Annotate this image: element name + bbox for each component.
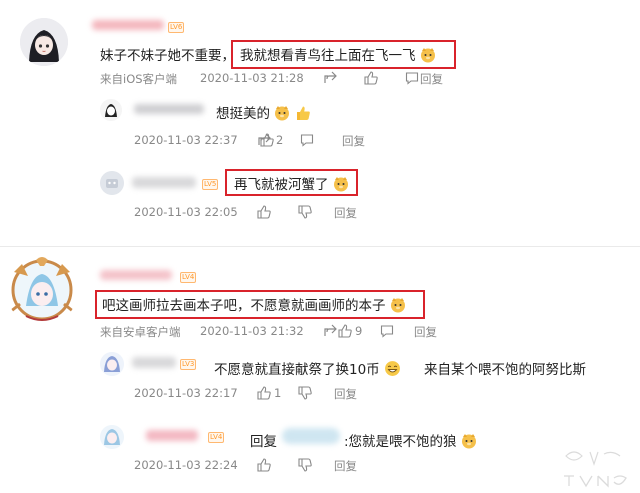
reply-button[interactable]: 回复 <box>342 133 365 149</box>
reply-name[interactable] <box>132 177 196 188</box>
like-icon[interactable] <box>364 71 378 85</box>
reply-prefix: 回复 <box>250 434 277 450</box>
level-badge: LV4 <box>180 272 197 283</box>
comment-time: 2020-11-03 21:32 <box>200 324 304 338</box>
avatar-anime-icon <box>100 425 124 449</box>
reply-bubble-icon[interactable] <box>380 324 394 338</box>
like-icon[interactable] <box>338 324 352 338</box>
thumbs-up-emoji-icon <box>296 106 310 120</box>
dislike-icon[interactable] <box>298 205 312 219</box>
like-count: 2 <box>276 133 284 147</box>
reply-text: 想挺美的 <box>216 102 311 122</box>
reply-bubble-icon[interactable] <box>405 71 419 85</box>
reply-name[interactable] <box>132 357 176 368</box>
avatar-robot-icon <box>100 171 124 195</box>
reply-button[interactable]: 回复 <box>334 458 357 474</box>
reply-avatar[interactable] <box>100 425 124 449</box>
watermark-logo-icon <box>564 451 627 488</box>
doge-emoji-icon <box>461 434 476 449</box>
comment-source: 来自iOS客户端 <box>100 72 178 86</box>
like-count: 9 <box>355 324 363 338</box>
doge-emoji-icon <box>333 177 348 192</box>
grin-emoji-icon <box>385 361 400 376</box>
comment-text: 吧这画师拉去画本子吧，不愿意就画画师的本子 <box>102 294 406 314</box>
comment-time: 2020-11-03 21:28 <box>200 71 304 85</box>
comment-divider <box>0 246 640 247</box>
reply-name[interactable] <box>146 430 198 441</box>
commenter-name[interactable] <box>100 270 172 280</box>
reply-button[interactable]: 回复 <box>334 386 357 402</box>
comment-highlight-text: 我就想看青鸟往上面在飞一飞 <box>240 44 436 64</box>
commenter-name[interactable] <box>92 20 164 30</box>
reply-bubble-icon[interactable] <box>300 133 314 147</box>
reply-text: 再飞就被河蟹了 <box>234 173 349 193</box>
mentioned-user[interactable] <box>282 428 340 444</box>
share-icon[interactable] <box>323 324 337 338</box>
reply-button[interactable]: 回复 <box>420 71 443 87</box>
like-count: 1 <box>274 386 282 400</box>
doge-emoji-icon <box>390 298 405 313</box>
reply-button[interactable]: 回复 <box>414 324 437 340</box>
reply-button[interactable]: 回复 <box>334 205 357 221</box>
doge-emoji-icon <box>275 106 290 121</box>
doge-emoji-icon <box>420 48 435 63</box>
reply-text: :您就是喂不饱的狼 <box>344 430 477 450</box>
avatar-girl-icon <box>20 18 68 66</box>
commenter-avatar[interactable] <box>20 18 68 66</box>
like-icon[interactable] <box>257 205 271 219</box>
level-badge: LV3 <box>180 359 197 370</box>
like-icon[interactable] <box>257 458 271 472</box>
dislike-icon[interactable] <box>298 458 312 472</box>
comment-text: 妹子不妹子她不重要， <box>100 48 235 64</box>
level-badge: LV6 <box>168 22 185 33</box>
reply-time: 2020-11-03 22:24 <box>134 458 238 472</box>
avatar-drawing-icon <box>100 99 122 121</box>
reply-time: 2020-11-03 22:37 <box>134 133 238 147</box>
reply-time: 2020-11-03 22:05 <box>134 205 238 219</box>
comment-source: 来自安卓客户端 <box>100 325 181 339</box>
reply-time: 2020-11-03 22:17 <box>134 386 238 400</box>
share-icon[interactable] <box>323 71 337 85</box>
reply-avatar[interactable] <box>100 171 124 195</box>
commenter-avatar[interactable] <box>6 254 78 326</box>
reply-avatar[interactable] <box>100 352 124 376</box>
reply-avatar[interactable] <box>100 99 122 121</box>
like-icon[interactable] <box>257 386 271 400</box>
avatar-anime-icon <box>100 352 124 376</box>
reply-tail-text: 来自某个喂不饱的阿努比斯 <box>424 362 586 378</box>
reply-name[interactable] <box>134 104 204 114</box>
level-badge: LV5 <box>202 179 219 190</box>
avatar-frame-icon <box>9 257 75 321</box>
like-icon[interactable] <box>260 133 274 147</box>
reply-text: 不愿意就直接献祭了换10币 <box>214 358 401 378</box>
level-badge: LV4 <box>208 432 225 443</box>
dislike-icon[interactable] <box>298 386 312 400</box>
